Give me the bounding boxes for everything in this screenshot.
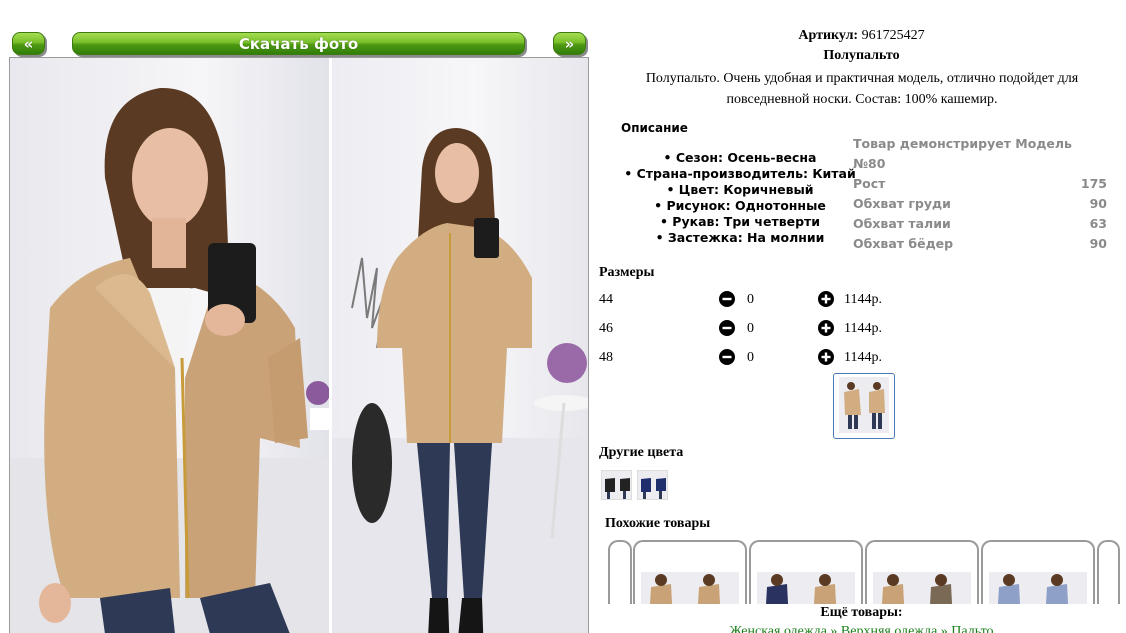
- article-line: Артикул: 961725427: [597, 28, 1126, 44]
- size-value: 48: [599, 350, 613, 365]
- details-title: Описание: [621, 121, 688, 135]
- detail-item-color: • Цвет: Коричневый: [666, 182, 814, 197]
- model-row-chest: Обхват груди 90: [853, 194, 1107, 214]
- link-coats[interactable]: Пальто: [951, 624, 993, 633]
- size-value: 46: [599, 321, 613, 336]
- link-outerwear[interactable]: Верхняя одежда: [841, 624, 937, 633]
- price-value: 1144р.: [844, 292, 882, 307]
- model-label: Обхват груди: [853, 196, 951, 211]
- minus-icon[interactable]: [719, 291, 735, 307]
- model-measurements: Товар демонстрирует Модель №80 Рост 175 …: [853, 134, 1107, 254]
- details-list: • Сезон: Осень-весна • Страна-производит…: [605, 150, 875, 246]
- model-value: 175: [1080, 176, 1107, 191]
- quantity-value: 0: [747, 321, 754, 336]
- product-photo-fullbody: [332, 58, 588, 633]
- quantity-value: 0: [747, 350, 754, 365]
- plus-icon[interactable]: [818, 291, 834, 307]
- model-value: 63: [1089, 216, 1107, 231]
- download-photo-button[interactable]: Скачать фото: [72, 32, 525, 55]
- product-description: Полупальто. Очень удобная и практичная м…: [645, 71, 1079, 107]
- previous-photo-button[interactable]: «: [12, 32, 45, 55]
- size-row: 46 0 1144р.: [599, 319, 899, 339]
- similar-title: Похожие товары: [605, 516, 711, 531]
- category-links: Женская одежда » Верхняя одежда » Пальто: [597, 624, 1126, 633]
- plus-icon[interactable]: [818, 349, 834, 365]
- quantity-value: 0: [747, 292, 754, 307]
- next-photo-button[interactable]: »: [553, 32, 586, 55]
- current-color-thumbnail[interactable]: [833, 373, 895, 439]
- product-photo-closeup: [10, 58, 329, 633]
- minus-icon[interactable]: [719, 349, 735, 365]
- plus-icon[interactable]: [818, 320, 834, 336]
- product-title: Полупальто: [823, 48, 900, 63]
- sizes-title: Размеры: [599, 265, 655, 280]
- article-label: Артикул:: [798, 28, 859, 43]
- color-thumbnail-black[interactable]: [601, 470, 632, 500]
- model-row-hips: Обхват бёдер 90: [853, 234, 1107, 254]
- detail-item-fastener: • Застежка: На молнии: [655, 230, 825, 245]
- article-value: 961725427: [861, 28, 925, 43]
- size-row: 48 0 1144р.: [599, 348, 899, 368]
- minus-icon[interactable]: [719, 320, 735, 336]
- model-row-height: Рост 175: [853, 174, 1107, 194]
- model-label: Обхват бёдер: [853, 236, 954, 251]
- other-colors-title: Другие цвета: [599, 445, 684, 460]
- price-value: 1144р.: [844, 321, 882, 336]
- link-separator: »: [826, 624, 841, 633]
- detail-item-pattern: • Рисунок: Однотонные: [654, 198, 826, 213]
- size-value: 44: [599, 292, 613, 307]
- model-value: 90: [1089, 236, 1107, 251]
- model-value: 90: [1089, 196, 1107, 211]
- model-label: Обхват талии: [853, 216, 951, 231]
- link-womens-clothing[interactable]: Женская одежда: [729, 624, 826, 633]
- link-separator: »: [937, 624, 952, 633]
- product-photo: [9, 57, 589, 633]
- model-title: Товар демонстрирует Модель №80: [853, 136, 1072, 171]
- size-row: 44 0 1144р.: [599, 290, 899, 310]
- model-row-waist: Обхват талии 63: [853, 214, 1107, 234]
- price-value: 1144р.: [844, 350, 882, 365]
- color-thumbnail-blue[interactable]: [637, 470, 668, 500]
- model-label: Рост: [853, 176, 886, 191]
- detail-item-sleeve: • Рукав: Три четверти: [659, 214, 821, 229]
- detail-item-country: • Страна-производитель: Китай: [624, 166, 856, 181]
- detail-item-season: • Сезон: Осень-весна: [663, 150, 817, 165]
